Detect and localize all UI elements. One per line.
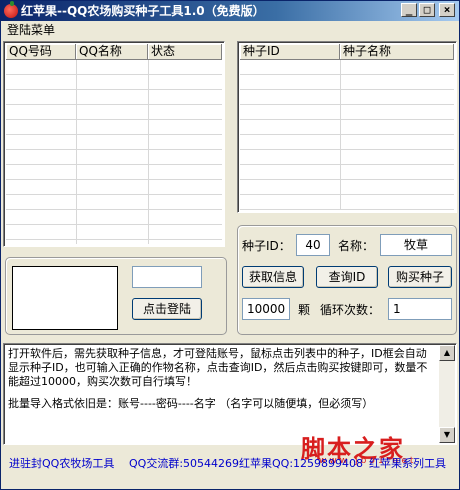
menu-bar: 登陆菜单 [1, 21, 459, 39]
link-qq-group[interactable]: QQ交流群:50544269红苹果QQ:1259899408 [129, 457, 363, 471]
seed-list-header: 种子ID 种子名称 [240, 44, 454, 60]
col-seed-id[interactable]: 种子ID [240, 44, 340, 60]
link-farm-tool[interactable]: 进驻封QQ农牧场工具 [9, 457, 114, 471]
buy-seed-button[interactable]: 购买种子 [388, 266, 452, 288]
title-bar: 红苹果--QQ农场购买种子工具1.0（免费版） _ □ × [1, 1, 459, 21]
grid-divider [76, 60, 77, 244]
qq-avatar [12, 266, 118, 330]
main-window: 红苹果--QQ农场购买种子工具1.0（免费版） _ □ × 登陆菜单 QQ号码 … [0, 0, 460, 490]
quantity-input[interactable]: 10000 [242, 298, 290, 320]
col-status[interactable]: 状态 [148, 44, 222, 60]
seed-list[interactable]: 种子ID 种子名称 [237, 41, 457, 213]
grid-divider [148, 60, 149, 244]
vertical-scrollbar[interactable]: ▲ ▼ [439, 345, 455, 443]
footer: 进驻封QQ农牧场工具 QQ交流群:50544269红苹果QQ:125989940… [1, 451, 459, 475]
instructions-text-2: 批量导入格式依旧是：账号----密码----名字 （名字可以随便填，但必须写） [8, 397, 374, 410]
login-button[interactable]: 点击登陆 [132, 298, 202, 320]
scroll-down-icon[interactable]: ▼ [439, 427, 455, 443]
login-group: 点击登陆 [5, 257, 227, 335]
account-list-header: QQ号码 QQ名称 状态 [6, 44, 222, 60]
account-list[interactable]: QQ号码 QQ名称 状态 [3, 41, 225, 247]
col-qq-number[interactable]: QQ号码 [6, 44, 76, 60]
col-qq-name[interactable]: QQ名称 [76, 44, 148, 60]
loop-label: 循环次数： [320, 303, 381, 317]
account-list-rows [6, 60, 222, 244]
link-series-tools[interactable]: 红苹果系列工具 [369, 457, 446, 471]
grid-divider [340, 60, 341, 210]
apple-app-icon [4, 1, 18, 18]
get-info-button[interactable]: 获取信息 [242, 266, 304, 288]
loop-input[interactable]: 1 [388, 298, 452, 320]
minimize-button[interactable]: _ [401, 3, 417, 17]
window-title: 红苹果--QQ农场购买种子工具1.0（免费版） [21, 4, 265, 18]
seed-group: 种子ID： 40 名称： 牧草 获取信息 查询ID 购买种子 10000 颗 循… [237, 225, 457, 335]
seed-id-input[interactable]: 40 [296, 234, 330, 256]
qq-input[interactable] [132, 266, 202, 288]
seed-name-input[interactable]: 牧草 [380, 234, 452, 256]
quantity-unit: 颗 [298, 303, 311, 317]
instructions-text-1: 打开软件后，需先获取种子信息，才可登陆账号，鼠标点击列表中的种子，ID框会自动显… [8, 347, 428, 388]
seed-id-label: 种子ID： [242, 239, 291, 253]
seed-list-rows [240, 60, 454, 210]
close-button[interactable]: × [439, 3, 455, 17]
menu-login[interactable]: 登陆菜单 [7, 23, 55, 37]
query-id-button[interactable]: 查询ID [316, 266, 378, 288]
maximize-button[interactable]: □ [419, 3, 435, 17]
scroll-up-icon[interactable]: ▲ [439, 345, 455, 361]
seed-name-label: 名称： [338, 239, 375, 253]
col-seed-name[interactable]: 种子名称 [340, 44, 454, 60]
